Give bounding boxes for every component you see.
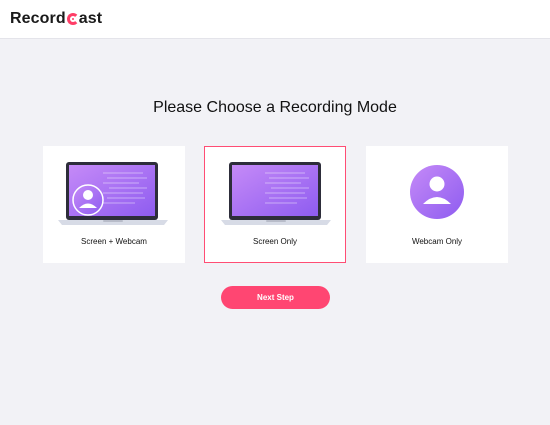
- laptop-icon: [221, 162, 331, 225]
- logo-text-suffix: ast: [78, 10, 103, 27]
- mode-card-screen-webcam[interactable]: Screen + Webcam: [43, 146, 185, 263]
- mode-label: Webcam Only: [411, 237, 463, 246]
- mode-label: Screen Only: [252, 237, 298, 246]
- top-bar: Record ast: [0, 0, 550, 39]
- logo-text-prefix: Record: [10, 10, 66, 27]
- next-step-button[interactable]: Next Step: [221, 286, 330, 309]
- page-title: Please Choose a Recording Mode: [153, 99, 397, 116]
- logo-c-icon: [66, 13, 79, 25]
- mode-card-webcam-only[interactable]: Webcam Only: [366, 146, 508, 263]
- recordcast-logo[interactable]: Record ast: [10, 8, 102, 30]
- mode-card-screen-only[interactable]: Screen Only: [204, 146, 346, 263]
- mode-label: Screen + Webcam: [81, 237, 147, 246]
